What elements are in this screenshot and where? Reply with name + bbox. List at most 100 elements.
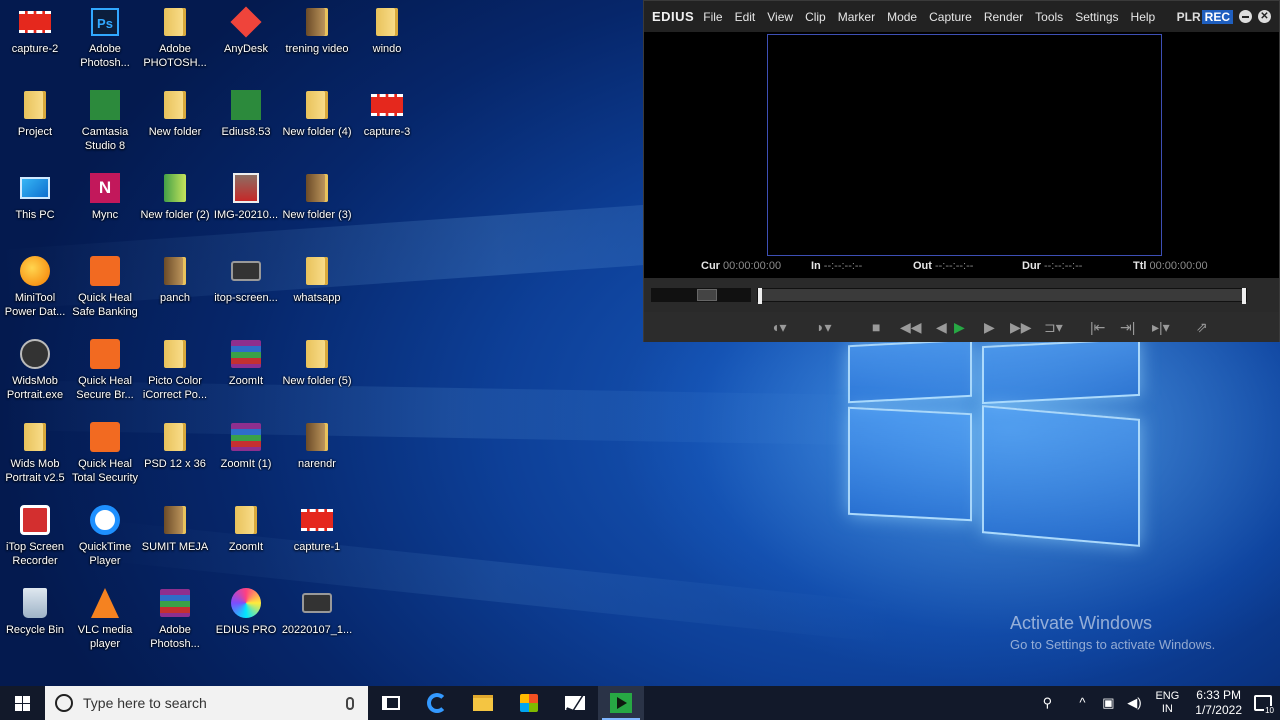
desktop-icon[interactable]: New folder bbox=[140, 83, 210, 163]
out-marker-handle[interactable] bbox=[1242, 288, 1246, 304]
stop-icon[interactable]: ■ bbox=[872, 318, 880, 336]
network-icon[interactable]: ▣ bbox=[1100, 695, 1116, 711]
desktop-icon[interactable]: Adobe Photosh... bbox=[140, 581, 210, 661]
menu-settings[interactable]: Settings bbox=[1075, 10, 1118, 24]
folder-icon bbox=[159, 421, 191, 453]
folder-icon bbox=[301, 338, 333, 370]
taskbar-file-explorer[interactable] bbox=[460, 686, 506, 720]
desktop-icon[interactable]: IMG-20210... bbox=[211, 166, 281, 246]
desktop-icon[interactable]: narendr bbox=[282, 415, 352, 495]
fast-forward-icon[interactable]: ▶▶ bbox=[1010, 318, 1032, 336]
desktop-icon[interactable]: ZoomIt bbox=[211, 498, 281, 578]
desktop-icon[interactable]: Adobe PHOTOSH... bbox=[140, 0, 210, 80]
desktop-icon[interactable]: windo bbox=[352, 0, 422, 80]
desktop-icon[interactable]: SUMIT MEJA bbox=[140, 498, 210, 578]
taskbar-edge[interactable] bbox=[414, 686, 460, 720]
desktop-icon[interactable]: QuickTime Player bbox=[70, 498, 140, 578]
export-icon[interactable]: ⇗ bbox=[1196, 318, 1208, 336]
desktop-icon-label: AnyDesk bbox=[223, 43, 269, 55]
desktop-icon[interactable]: New folder (2) bbox=[140, 166, 210, 246]
goto-in-icon[interactable]: |⇤ bbox=[1090, 318, 1105, 336]
set-in-icon[interactable]: ◖▾ bbox=[771, 318, 786, 336]
ps-icon: Ps bbox=[89, 6, 121, 38]
desktop-icon[interactable]: Project bbox=[0, 83, 70, 163]
desktop-icon[interactable]: WidsMob Portrait.exe bbox=[0, 332, 70, 412]
edius-window[interactable]: EDIUS File Edit View Clip Marker Mode Ca… bbox=[643, 0, 1280, 342]
desktop-icon[interactable]: New folder (4) bbox=[282, 83, 352, 163]
desktop-icon[interactable]: Edius8.53 bbox=[211, 83, 281, 163]
desktop-icon[interactable]: whatsapp bbox=[282, 249, 352, 329]
desktop-icon[interactable]: Wids Mob Portrait v2.5 bbox=[0, 415, 70, 495]
taskbar: Type here to search ⚲ ^ ▣ ◀) ENG IN 6:33… bbox=[0, 686, 1280, 720]
menu-capture[interactable]: Capture bbox=[929, 10, 972, 24]
desktop-icon[interactable]: ZoomIt bbox=[211, 332, 281, 412]
insert-timeline-icon[interactable]: ▸|▾ bbox=[1152, 318, 1170, 336]
clock[interactable]: 6:33 PM 1/7/2022 bbox=[1195, 688, 1242, 718]
start-button[interactable] bbox=[0, 686, 45, 720]
desktop-icon[interactable]: panch bbox=[140, 249, 210, 329]
desktop-icon[interactable]: Recycle Bin bbox=[0, 581, 70, 661]
desktop-icon[interactable]: EDIUS PRO bbox=[211, 581, 281, 661]
timecode-cur: Cur 00:00:00:00 bbox=[701, 260, 782, 272]
goto-out-icon[interactable]: ⇥| bbox=[1120, 318, 1135, 336]
taskbar-mail[interactable] bbox=[552, 686, 598, 720]
desktop-icon[interactable]: Quick Heal Secure Br... bbox=[70, 332, 140, 412]
menu-marker[interactable]: Marker bbox=[838, 10, 875, 24]
edius-menubar: EDIUS File Edit View Clip Marker Mode Ca… bbox=[644, 1, 1279, 32]
input-language[interactable]: ENG IN bbox=[1155, 690, 1179, 716]
menu-render[interactable]: Render bbox=[984, 10, 1023, 24]
desktop-icon[interactable]: New folder (5) bbox=[282, 332, 352, 412]
desktop-icon[interactable]: New folder (3) bbox=[282, 166, 352, 246]
desktop-icon[interactable]: VLC media player bbox=[70, 581, 140, 661]
desktop-icon[interactable]: Ps Adobe Photosh... bbox=[70, 0, 140, 80]
close-button[interactable]: ✕ bbox=[1258, 10, 1271, 23]
menu-file[interactable]: File bbox=[703, 10, 722, 24]
show-hidden-icons-chevron-icon[interactable]: ^ bbox=[1074, 695, 1090, 711]
desktop-icon[interactable]: N Mync bbox=[70, 166, 140, 246]
microphone-icon[interactable] bbox=[346, 696, 354, 710]
desktop-icon[interactable]: PSD 12 x 36 bbox=[140, 415, 210, 495]
action-center-icon[interactable]: 10 bbox=[1254, 695, 1275, 715]
desktop-icon[interactable]: MiniTool Power Dat... bbox=[0, 249, 70, 329]
loop-icon[interactable]: ⊐▾ bbox=[1044, 318, 1063, 336]
shuttle-slider[interactable] bbox=[651, 288, 751, 302]
step-forward-icon[interactable]: ▶ bbox=[984, 318, 995, 336]
menu-edit[interactable]: Edit bbox=[735, 10, 756, 24]
minimize-button[interactable] bbox=[1239, 10, 1252, 23]
in-marker-handle[interactable] bbox=[758, 288, 762, 304]
task-view-button[interactable] bbox=[368, 686, 414, 720]
desktop-icon[interactable]: 20220107_1... bbox=[282, 581, 352, 661]
desktop-icon[interactable]: iTop Screen Recorder bbox=[0, 498, 70, 578]
set-out-icon[interactable]: ◗▾ bbox=[816, 318, 831, 336]
rec-mode-button[interactable]: REC bbox=[1201, 9, 1233, 24]
plr-mode-button[interactable]: PLR bbox=[1177, 10, 1201, 24]
menu-view[interactable]: View bbox=[767, 10, 793, 24]
volume-icon[interactable]: ◀) bbox=[1126, 695, 1142, 711]
play-icon[interactable]: ▶ bbox=[954, 318, 965, 336]
step-back-icon[interactable]: ◀ bbox=[936, 318, 947, 336]
desktop-icon[interactable]: AnyDesk bbox=[211, 0, 281, 80]
shuttle-knob[interactable] bbox=[697, 289, 717, 301]
desktop-icon[interactable]: itop-screen... bbox=[211, 249, 281, 329]
rewind-icon[interactable]: ◀◀ bbox=[900, 318, 922, 336]
desktop-icon[interactable]: This PC bbox=[0, 166, 70, 246]
taskbar-search[interactable]: Type here to search bbox=[45, 686, 368, 720]
menu-clip[interactable]: Clip bbox=[805, 10, 826, 24]
desktop-icon[interactable]: trening video bbox=[282, 0, 352, 80]
people-icon[interactable]: ⚲ bbox=[1039, 695, 1055, 711]
desktop-icon[interactable]: Quick Heal Safe Banking bbox=[70, 249, 140, 329]
desktop-icon[interactable]: capture-1 bbox=[282, 498, 352, 578]
desktop-icon[interactable]: Camtasia Studio 8 bbox=[70, 83, 140, 163]
menu-mode[interactable]: Mode bbox=[887, 10, 917, 24]
position-bar[interactable] bbox=[757, 288, 1247, 304]
desktop-icon[interactable]: capture-3 bbox=[352, 83, 422, 163]
desktop-icon[interactable]: ZoomIt (1) bbox=[211, 415, 281, 495]
taskbar-store[interactable] bbox=[506, 686, 552, 720]
desktop-icon-label: WidsMob Portrait.exe bbox=[6, 375, 64, 401]
desktop-icon[interactable]: Picto Color iCorrect Po... bbox=[140, 332, 210, 412]
menu-tools[interactable]: Tools bbox=[1035, 10, 1063, 24]
menu-help[interactable]: Help bbox=[1131, 10, 1156, 24]
desktop-icon[interactable]: Quick Heal Total Security bbox=[70, 415, 140, 495]
desktop-icon[interactable]: capture-2 bbox=[0, 0, 70, 80]
taskbar-edius[interactable] bbox=[598, 686, 644, 720]
